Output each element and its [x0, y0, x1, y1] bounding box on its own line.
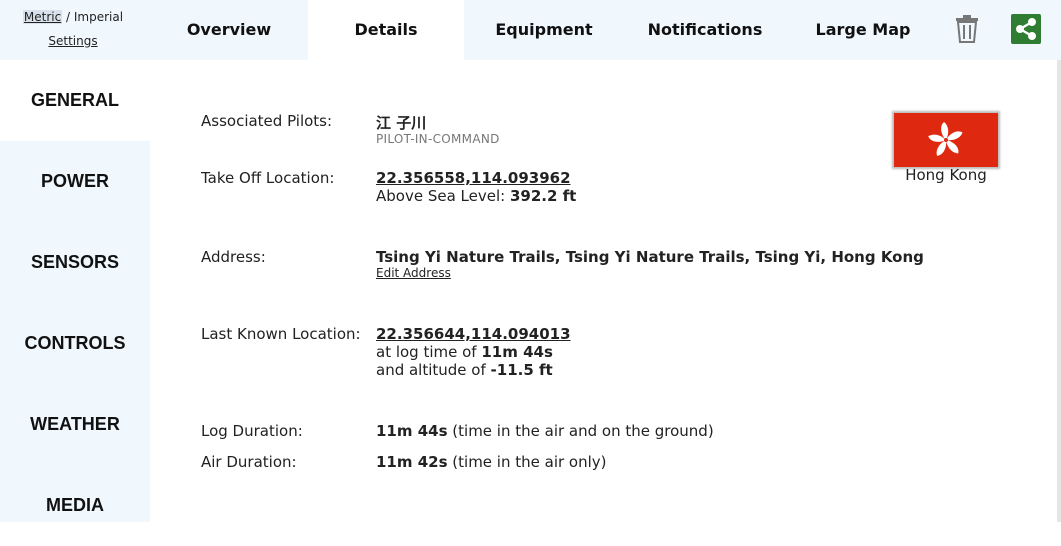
takeoff-coordinates-link[interactable]: 22.356558,114.093962	[376, 169, 571, 187]
unit-separator: /	[62, 10, 74, 24]
asl-prefix: Above Sea Level:	[376, 187, 510, 205]
hong-kong-flag	[894, 113, 998, 167]
metric-link[interactable]: Metric	[22, 10, 63, 24]
air-duration-line: 11m 42s (time in the air only)	[376, 453, 607, 471]
share-icon[interactable]	[1011, 14, 1041, 44]
pilots-label: Associated Pilots:	[201, 112, 333, 130]
address-label: Address:	[201, 248, 266, 266]
log-duration-note: (time in the air and on the ground)	[447, 422, 714, 440]
scrollbar[interactable]	[1057, 60, 1061, 522]
tab-overview[interactable]: Overview	[150, 0, 308, 60]
flag-caption: Hong Kong	[905, 166, 987, 184]
altitude-value: -11.5 ft	[490, 361, 553, 379]
last-location-coordinates-link[interactable]: 22.356644,114.094013	[376, 325, 571, 343]
air-duration-note: (time in the air only)	[447, 453, 607, 471]
sidebar-item-controls[interactable]: CONTROLS	[0, 303, 150, 384]
top-navigation: Metric / Imperial Settings Overview Deta…	[0, 0, 1061, 60]
imperial-label[interactable]: Imperial	[74, 10, 123, 24]
sidebar-item-power[interactable]: POWER	[0, 141, 150, 222]
sidebar: GENERAL POWER SENSORS CONTROLS WEATHER M…	[0, 60, 150, 522]
trash-icon[interactable]	[953, 14, 981, 44]
altitude-prefix: and altitude of	[376, 361, 491, 379]
log-duration-value: 11m 44s	[376, 422, 448, 440]
tab-details[interactable]: Details	[308, 0, 464, 60]
log-time-line: at log time of 11m 44s	[376, 343, 553, 361]
unit-selector: Metric / Imperial Settings	[0, 0, 146, 60]
settings-link[interactable]: Settings	[48, 34, 97, 48]
sidebar-item-sensors[interactable]: SENSORS	[0, 222, 150, 303]
tab-large-map[interactable]: Large Map	[786, 0, 940, 60]
pilot-name: 江 子川	[376, 114, 427, 132]
unit-toggle: Metric / Imperial	[0, 10, 146, 24]
log-time-value: 11m 44s	[481, 343, 553, 361]
address-value: Tsing Yi Nature Trails, Tsing Yi Nature …	[376, 248, 924, 266]
above-sea-level: Above Sea Level: 392.2 ft	[376, 187, 576, 205]
air-duration-value: 11m 42s	[376, 453, 448, 471]
takeoff-label: Take Off Location:	[201, 169, 335, 187]
sidebar-item-general[interactable]: GENERAL	[0, 60, 150, 141]
air-duration-label: Air Duration:	[201, 453, 297, 471]
log-time-prefix: at log time of	[376, 343, 482, 361]
sidebar-item-media[interactable]: MEDIA	[0, 465, 150, 546]
log-duration-label: Log Duration:	[201, 422, 303, 440]
pilot-role: PILOT-IN-COMMAND	[376, 132, 500, 146]
last-location-label: Last Known Location:	[201, 325, 361, 343]
edit-address-link[interactable]: Edit Address	[376, 266, 451, 280]
tab-equipment[interactable]: Equipment	[464, 0, 624, 60]
altitude-line: and altitude of -11.5 ft	[376, 361, 553, 379]
tab-notifications[interactable]: Notifications	[624, 0, 786, 60]
asl-value: 392.2 ft	[509, 187, 577, 205]
log-duration-line: 11m 44s (time in the air and on the grou…	[376, 422, 714, 440]
sidebar-item-weather[interactable]: WEATHER	[0, 384, 150, 465]
